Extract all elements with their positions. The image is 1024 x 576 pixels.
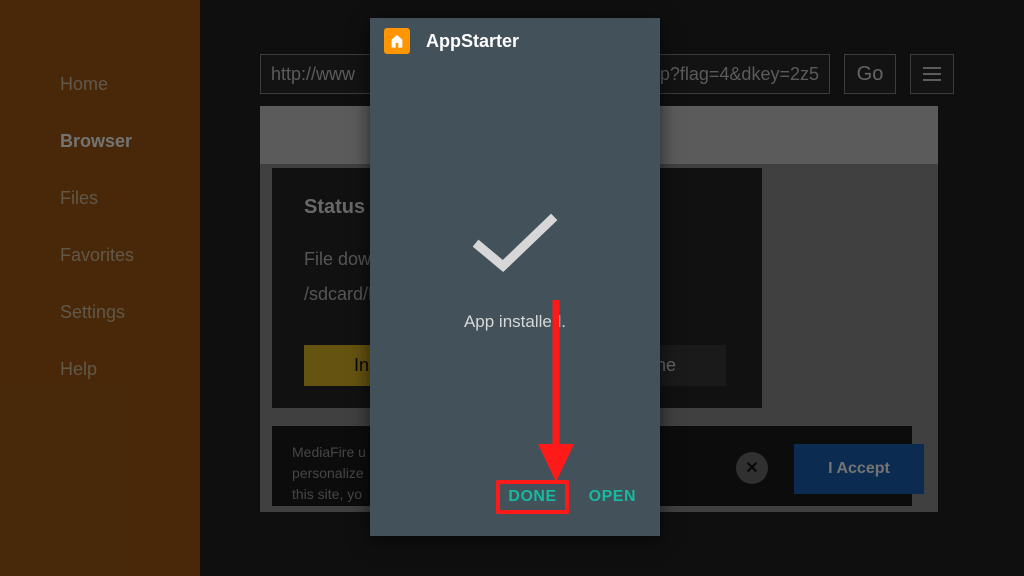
open-button[interactable]: OPEN [589,488,636,506]
modal-title: AppStarter [426,31,519,52]
done-button[interactable]: DONE [508,488,556,505]
app-icon [384,28,410,54]
install-result-modal: AppStarter App installed. DONE OPEN [370,18,660,536]
done-highlight-box: DONE [496,480,568,514]
install-message: App installed. [464,312,566,332]
checkmark-icon [467,208,563,278]
